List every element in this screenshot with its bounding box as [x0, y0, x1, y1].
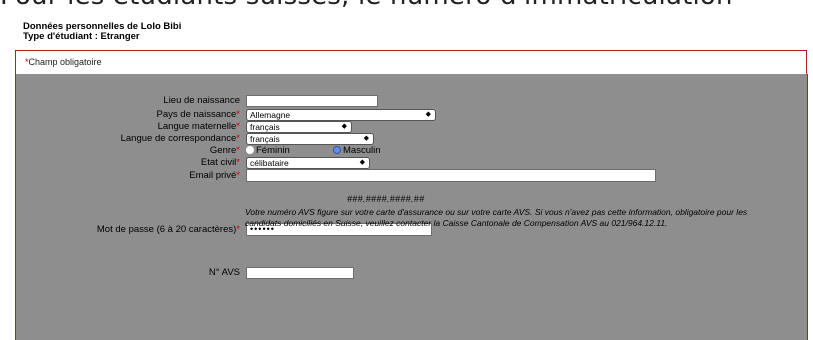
birthplace-input[interactable]: [246, 95, 378, 107]
avs-number-input[interactable]: [246, 267, 354, 279]
gender-male-radio[interactable]: Masculin: [333, 145, 381, 156]
mother-tongue-label: Langue maternelle*: [157, 121, 240, 132]
required-notice-text: Champ obligatoire: [28, 57, 102, 67]
civil-status-value: célibataire: [250, 158, 289, 168]
gender-female-radio[interactable]: Féminin: [246, 145, 290, 156]
mother-tongue-value: français: [250, 122, 280, 132]
birth-country-value: Allemagne: [250, 110, 291, 120]
birth-country-label: Pays de naissance*: [156, 109, 240, 120]
select-arrows-icon: ◆: [341, 123, 347, 130]
avs-number-label: N° AVS: [208, 267, 240, 278]
select-arrows-icon: ◆: [425, 111, 431, 118]
correspondence-language-select[interactable]: français ◆: [246, 133, 374, 145]
avs-help-text: Votre numéro AVS figure sur votre carte …: [245, 207, 748, 228]
email-label: Email privé*: [189, 170, 240, 181]
gender-label: Genre*: [209, 145, 240, 156]
correspondence-language-value: français: [250, 134, 280, 144]
required-field-notice-box: *Champ obligatoire: [15, 50, 807, 74]
page-banner-text: Pour les étudiants suisses, le numéro d'…: [0, 0, 813, 21]
personal-data-header: Données personnelles de Lolo Bibi Type d…: [23, 22, 181, 42]
password-label: Mot de passe (6 à 20 caractères)*: [96, 224, 240, 235]
birthplace-label: Lieu de naissance: [163, 95, 240, 106]
radio-unselected-icon: [246, 146, 254, 155]
gender-female-label: Féminin: [256, 145, 290, 156]
mother-tongue-select[interactable]: français ◆: [246, 121, 352, 133]
radio-selected-icon: [333, 146, 341, 155]
civil-status-select[interactable]: célibataire ◆: [246, 157, 370, 169]
student-type-heading: Type d'étudiant : Etranger: [23, 31, 140, 42]
email-input[interactable]: [246, 169, 656, 182]
avs-format-hint: ###.####.####.##: [347, 194, 425, 204]
gender-male-label: Masculin: [343, 145, 381, 156]
select-arrows-icon: ◆: [359, 159, 365, 166]
select-arrows-icon: ◆: [363, 135, 369, 142]
civil-status-label: Etat civil*: [200, 157, 240, 168]
required-field-notice: *Champ obligatoire: [25, 57, 102, 67]
correspondence-language-label: Langue de correspondance*: [120, 133, 240, 144]
birth-country-select[interactable]: Allemagne ◆: [246, 109, 436, 121]
